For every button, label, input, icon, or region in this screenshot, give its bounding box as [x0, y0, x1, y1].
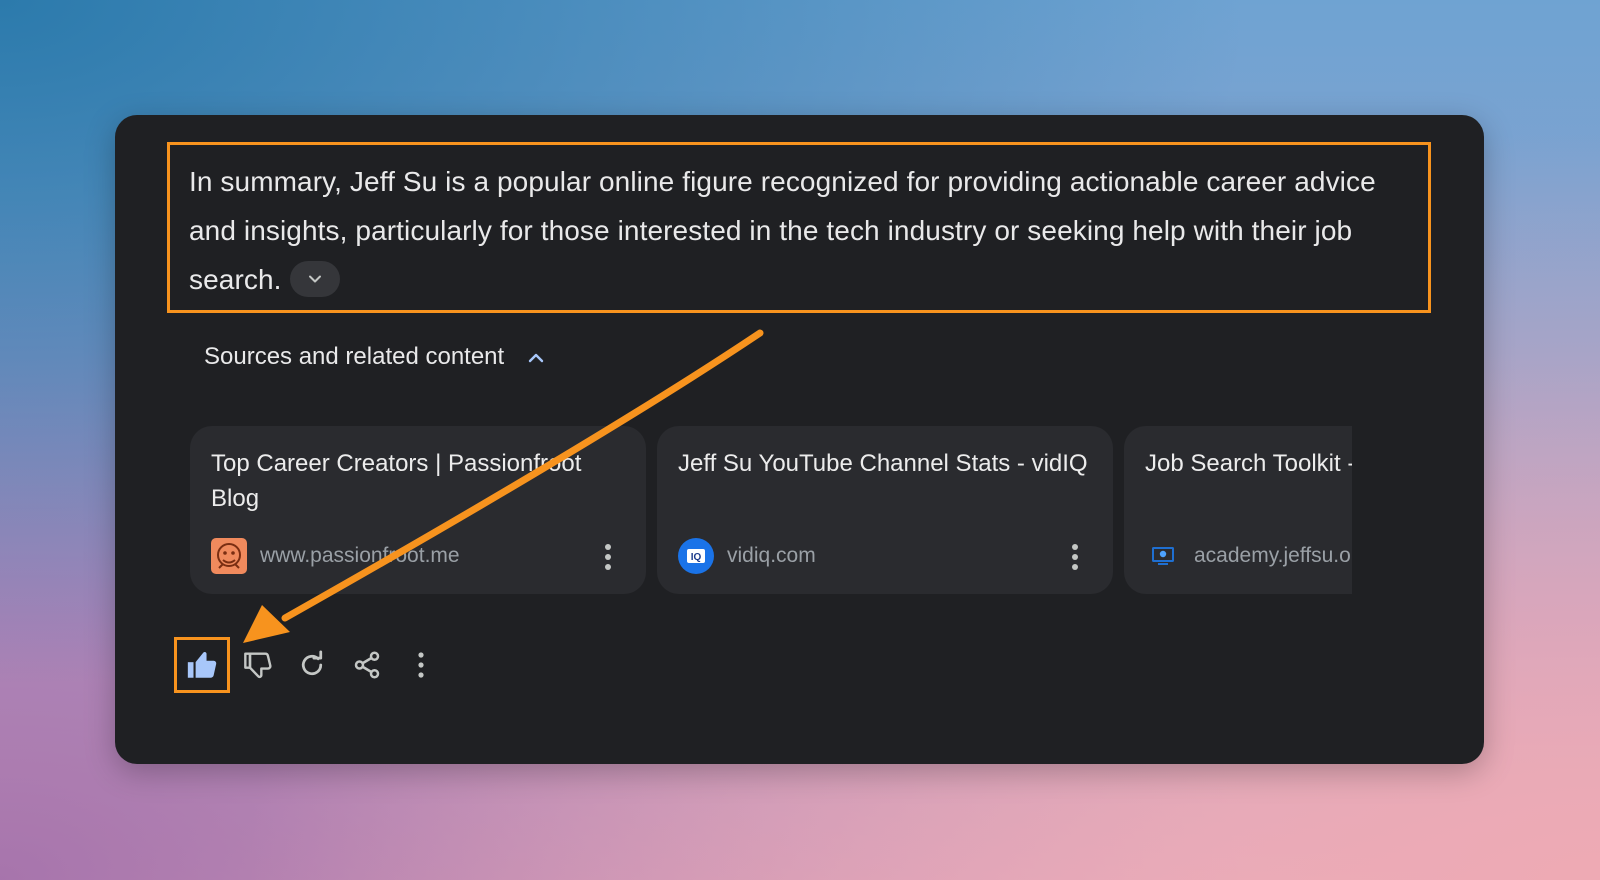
source-title: Jeff Su YouTube Channel Stats - vidIQ	[678, 450, 1088, 477]
source-title: Top Career Creators | Passionfroot Blog	[211, 450, 582, 512]
share-icon	[354, 651, 380, 679]
sources-carousel[interactable]: Top Career Creators | Passionfroot Blog …	[190, 426, 1352, 594]
more-vert-icon	[605, 544, 611, 570]
passionfroot-logo-icon	[211, 538, 247, 574]
refresh-icon	[301, 650, 323, 676]
thumbs-up-icon	[187, 651, 217, 678]
source-title: Job Search Toolkit - Jeff Su	[1145, 450, 1352, 477]
sources-toggle[interactable]: Sources and related content	[204, 343, 546, 371]
thumbs-down-button[interactable]	[233, 640, 283, 690]
source-card[interactable]: Job Search Toolkit - Jeff Su academy.jef…	[1124, 426, 1352, 594]
response-card: In summary, Jeff Su is a popular online …	[115, 115, 1484, 764]
sources-header-label: Sources and related content	[204, 343, 505, 370]
more-vert-icon	[418, 652, 424, 678]
thumbs-up-button[interactable]	[174, 637, 230, 693]
jeffsu-academy-logo-icon	[1145, 538, 1181, 574]
source-domain: vidiq.com	[727, 544, 816, 567]
chevron-down-icon	[308, 275, 321, 283]
regenerate-button[interactable]	[287, 640, 337, 690]
summary-text: In summary, Jeff Su is a popular online …	[189, 166, 1376, 295]
summary-paragraph: In summary, Jeff Su is a popular online …	[189, 157, 1419, 304]
source-domain: www.passionfroot.me	[260, 544, 460, 567]
vidiq-logo-icon: IQ	[678, 538, 714, 574]
source-more-button[interactable]	[603, 543, 613, 576]
expand-summary-button[interactable]	[289, 260, 340, 297]
chevron-up-icon	[529, 353, 544, 363]
svg-text:IQ: IQ	[691, 552, 702, 563]
source-more-button[interactable]	[1070, 543, 1080, 576]
share-button[interactable]	[342, 640, 392, 690]
thumbs-down-icon	[244, 652, 272, 679]
source-card[interactable]: Top Career Creators | Passionfroot Blog …	[190, 426, 646, 594]
summary-highlight-box: In summary, Jeff Su is a popular online …	[167, 142, 1431, 313]
more-options-button[interactable]	[396, 640, 446, 690]
source-card[interactable]: Jeff Su YouTube Channel Stats - vidIQ IQ…	[657, 426, 1113, 594]
more-vert-icon	[1072, 544, 1078, 570]
source-domain: academy.jeffsu.org	[1194, 544, 1352, 567]
